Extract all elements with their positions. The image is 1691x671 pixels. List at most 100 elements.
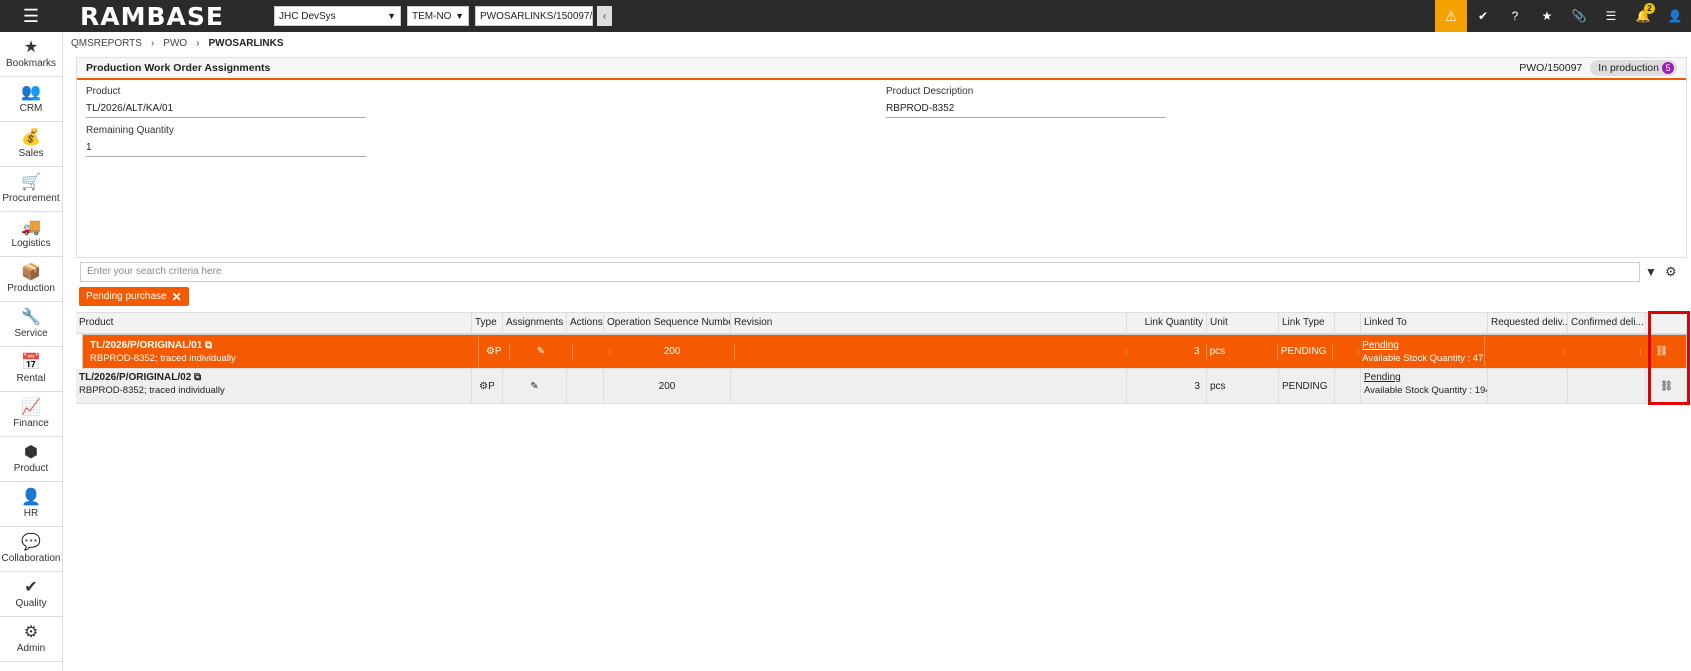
sidebar-item-service[interactable]: 🔧 Service bbox=[0, 302, 62, 347]
external-link-icon[interactable]: ⧉ bbox=[205, 340, 212, 351]
col-header-requested-delivery[interactable]: Requested deliv... bbox=[1488, 313, 1568, 333]
col-header-link-type[interactable]: Link Type bbox=[1279, 313, 1335, 333]
col-header-confirmed-delivery[interactable]: Confirmed deli... bbox=[1568, 313, 1646, 333]
header-panel: Production Work Order Assignments PWO/15… bbox=[76, 57, 1687, 258]
sidebar-item-crm[interactable]: 👥 CRM bbox=[0, 77, 62, 122]
remaining-quantity-label: Remaining Quantity bbox=[86, 125, 174, 136]
cell-actions bbox=[567, 369, 604, 403]
list-icon[interactable]: ☰ bbox=[1595, 0, 1627, 32]
product-label: Product bbox=[86, 86, 121, 97]
filter-icon[interactable]: ▼ bbox=[1645, 265, 1657, 279]
product-description-value[interactable]: RBPROD-8352 bbox=[886, 99, 1166, 118]
person-icon: 👤 bbox=[21, 489, 41, 506]
warning-icon[interactable]: ⚠ bbox=[1435, 0, 1467, 32]
product-value[interactable]: TL/2026/ALT/KA/01 bbox=[86, 99, 366, 118]
linked-to-link[interactable]: Pending bbox=[1364, 372, 1484, 383]
sidebar-item-label: Service bbox=[14, 328, 48, 339]
sidebar-item-production[interactable]: 📦 Production bbox=[0, 257, 62, 302]
gear-icon: ⚙ bbox=[23, 624, 39, 641]
rambase-logo[interactable]: RAMBASE bbox=[62, 2, 268, 31]
sidebar-item-bookmarks[interactable]: ★ Bookmarks bbox=[0, 32, 62, 77]
cell-confirmed-delivery bbox=[1564, 348, 1642, 355]
cube-icon: ⬢ bbox=[24, 444, 38, 461]
cell-blank bbox=[1335, 369, 1361, 403]
product-code[interactable]: TL/2026/P/ORIGINAL/02 bbox=[79, 372, 191, 383]
help-icon[interactable]: ? bbox=[1499, 0, 1531, 32]
table-row[interactable]: TL/2026/P/ORIGINAL/02 ⧉ RBPROD-8352; tra… bbox=[76, 369, 1687, 404]
breadcrumb: QMSREPORTS › PWO › PWOSARLINKS bbox=[71, 38, 284, 49]
paperclip-icon[interactable]: 📎 bbox=[1563, 0, 1595, 32]
user-icon[interactable]: 👤 bbox=[1659, 0, 1691, 32]
sidebar-item-label: Logistics bbox=[11, 238, 51, 249]
status-text: In production bbox=[1598, 62, 1659, 74]
table-row[interactable]: TL/2026/P/ORIGINAL/01 ⧉ RBPROD-8352; tra… bbox=[82, 334, 1687, 369]
people-icon: 👥 bbox=[21, 84, 41, 101]
col-header-assignments[interactable]: Assignments bbox=[503, 313, 567, 333]
sidebar-item-hr[interactable]: 👤 HR bbox=[0, 482, 62, 527]
status-badge: In production 5 bbox=[1590, 60, 1677, 76]
sidebar-item-label: CRM bbox=[19, 103, 43, 114]
col-header-unit[interactable]: Unit bbox=[1207, 313, 1279, 333]
col-header-operation-sequence[interactable]: Operation Sequence Number bbox=[604, 313, 731, 333]
boxes-icon: 📦 bbox=[21, 264, 41, 281]
locale-select-value: TEM-NO bbox=[412, 10, 452, 22]
hamburger-menu-icon[interactable]: ☰ bbox=[0, 0, 62, 32]
col-header-link-quantity[interactable]: Link Quantity bbox=[1127, 313, 1207, 333]
check-circle-icon[interactable]: ✔ bbox=[1467, 0, 1499, 32]
linked-to-subtitle: Available Stock Quantity : 479 bbox=[1362, 352, 1485, 364]
path-input[interactable]: PWOSARLINKS/150097/ bbox=[475, 6, 593, 26]
linked-to-link[interactable]: Pending bbox=[1362, 340, 1481, 351]
sidebar-item-sales[interactable]: 💰 Sales bbox=[0, 122, 62, 167]
top-icon-bar: ⚠ ✔? ★ 📎 ☰ 🔔 2 👤 bbox=[1435, 0, 1691, 32]
company-select[interactable]: JHC DevSys ▼ bbox=[274, 6, 401, 26]
col-header-revision[interactable]: Revision bbox=[731, 313, 1127, 333]
cell-link-type: PENDING bbox=[1279, 369, 1335, 403]
sidebar: ★ Bookmarks 👥 CRM 💰 Sales 🛒 Procurement 🚚 Logisti… bbox=[0, 32, 63, 671]
pwo-id: PWO/150097 bbox=[1519, 62, 1583, 74]
breadcrumb-pwo[interactable]: PWO bbox=[163, 38, 187, 49]
sidebar-item-finance[interactable]: 📈 Finance bbox=[0, 392, 62, 437]
top-bar: ☰ RAMBASE JHC DevSys ▼ TEM-NO ▼ PWOSARLI… bbox=[0, 0, 1691, 32]
status-count-badge: 5 bbox=[1662, 62, 1674, 74]
sidebar-item-label: Finance bbox=[13, 418, 49, 429]
external-link-icon[interactable]: ⧉ bbox=[194, 372, 201, 383]
col-header-blank bbox=[1335, 313, 1361, 333]
col-header-linked-to[interactable]: Linked To bbox=[1361, 313, 1488, 333]
remaining-quantity-field: Remaining Quantity 1 bbox=[86, 125, 366, 157]
sidebar-item-collaboration[interactable]: 💬 Collaboration bbox=[0, 527, 62, 572]
filter-chip-pending-purchase[interactable]: Pending purchase ✕ bbox=[79, 287, 189, 306]
product-description-field: Product Description RBPROD-8352 bbox=[886, 86, 1166, 118]
cell-link-quantity: 3 bbox=[1127, 369, 1207, 403]
sidebar-item-logistics[interactable]: 🚚 Logistics bbox=[0, 212, 62, 257]
locale-select[interactable]: TEM-NO ▼ bbox=[407, 6, 469, 26]
remaining-quantity-value[interactable]: 1 bbox=[86, 138, 366, 157]
highlight-box bbox=[1648, 311, 1690, 405]
truck-icon: 🚚 bbox=[21, 219, 41, 236]
assignment-edit-icon[interactable]: ✎ bbox=[537, 346, 545, 357]
bell-icon[interactable]: 🔔 2 bbox=[1627, 0, 1659, 32]
search-input[interactable]: Enter your search criteria here bbox=[80, 262, 1640, 282]
col-header-type[interactable]: Type bbox=[472, 313, 503, 333]
cell-linked-to: Pending Available Stock Quantity : 194 bbox=[1361, 369, 1488, 403]
product-subtitle: RBPROD-8352; traced individually bbox=[90, 352, 236, 364]
assignment-edit-icon[interactable]: ✎ bbox=[530, 381, 538, 392]
breadcrumb-qmsreports[interactable]: QMSREPORTS bbox=[71, 38, 142, 49]
path-input-value: PWOSARLINKS/150097/ bbox=[480, 10, 593, 22]
star-icon[interactable]: ★ bbox=[1531, 0, 1563, 32]
sidebar-item-quality[interactable]: ✔ Quality bbox=[0, 572, 62, 617]
sidebar-item-product[interactable]: ⬢ Product bbox=[0, 437, 62, 482]
notification-count-badge: 2 bbox=[1644, 3, 1655, 14]
col-header-product[interactable]: Product bbox=[76, 313, 472, 333]
sidebar-item-rental[interactable]: 📅 Rental bbox=[0, 347, 62, 392]
col-header-actions[interactable]: Actions bbox=[567, 313, 604, 333]
gear-icon[interactable]: ⚙ bbox=[1665, 264, 1677, 280]
sidebar-item-procurement[interactable]: 🛒 Procurement bbox=[0, 167, 62, 212]
sidebar-item-label: Product bbox=[13, 463, 49, 474]
cell-blank bbox=[1333, 348, 1360, 355]
cell-operation-sequence: 200 bbox=[604, 369, 731, 403]
panel-header: Production Work Order Assignments PWO/15… bbox=[77, 58, 1686, 80]
close-icon[interactable]: ✕ bbox=[172, 290, 182, 304]
sidebar-item-admin[interactable]: ⚙ Admin bbox=[0, 617, 62, 662]
back-button[interactable]: ‹ bbox=[597, 6, 612, 26]
product-code[interactable]: TL/2026/P/ORIGINAL/01 bbox=[90, 340, 202, 351]
